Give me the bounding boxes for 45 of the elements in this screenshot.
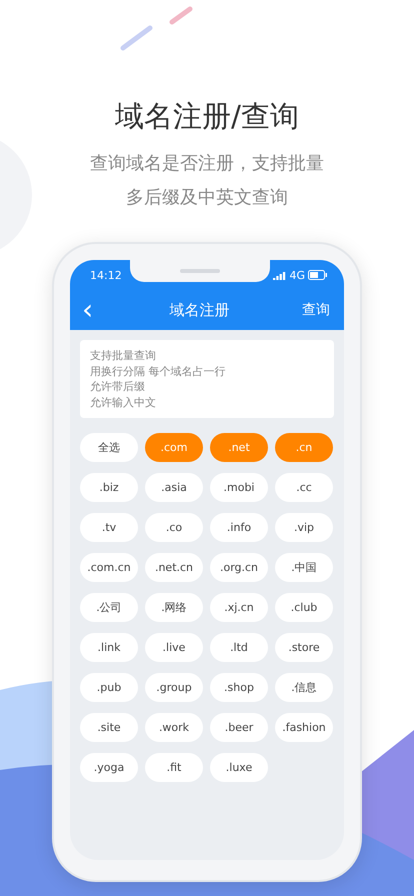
suffix-chip[interactable]: .work [145,713,203,742]
suffix-chip[interactable]: .beer [210,713,268,742]
suffix-chip[interactable]: .yoga [80,753,138,782]
suffix-chip[interactable]: 全选 [80,433,138,462]
suffix-chip[interactable]: .fit [145,753,203,782]
query-button[interactable]: 查询 [302,301,330,319]
suffix-chip[interactable]: .pub [80,673,138,702]
suffix-chip[interactable]: .网络 [145,593,203,622]
suffix-chip[interactable]: .net.cn [145,553,203,582]
suffix-chip[interactable]: .xj.cn [210,593,268,622]
subtitle: 多后缀及中英文查询 [126,186,288,210]
suffix-chip[interactable]: .asia [145,473,203,502]
headline: 域名注册/查询 [115,98,299,135]
suffix-chip[interactable]: .shop [210,673,268,702]
page-title: 域名注册 [170,300,230,320]
suffix-chip[interactable]: .vip [275,513,333,542]
suffix-chip[interactable]: .mobi [210,473,268,502]
suffix-chip[interactable]: .org.cn [210,553,268,582]
suffix-chip[interactable]: .fashion [275,713,333,742]
suffix-chip[interactable]: .luxe [210,753,268,782]
suffix-chip[interactable]: .biz [80,473,138,502]
suffix-chip[interactable]: .club [275,593,333,622]
suffix-chip[interactable]: .ltd [210,633,268,662]
suffix-chip[interactable]: .中国 [275,553,333,582]
back-button[interactable]: ‹ [78,296,98,324]
subtitle: 查询域名是否注册，支持批量 [90,152,324,176]
suffix-chip[interactable]: .tv [80,513,138,542]
suffix-chip[interactable]: .公司 [80,593,138,622]
suffix-chip[interactable]: .info [210,513,268,542]
suffix-chip[interactable]: .site [80,713,138,742]
network-label: 4G [289,268,305,282]
input-field[interactable]: 支持批量查询 用换行分隔 每个域名占一行 允许带后缀 允许输入中文 [80,340,334,418]
signal-icon [273,270,286,280]
suffix-chip[interactable]: .group [145,673,203,702]
suffix-chip[interactable]: .store [275,633,333,662]
suffix-chip[interactable]: .live [145,633,203,662]
suffix-chip[interactable]: .com.cn [80,553,138,582]
suffix-chip[interactable]: .co [145,513,203,542]
battery-icon [308,270,328,280]
suffix-chip[interactable]: .信息 [275,673,333,702]
decorative-stroke [120,26,152,50]
suffix-chip[interactable]: .cc [275,473,333,502]
status-time: 14:12 [90,268,122,282]
suffix-chip[interactable]: .link [80,633,138,662]
decorative-stroke [170,6,192,24]
